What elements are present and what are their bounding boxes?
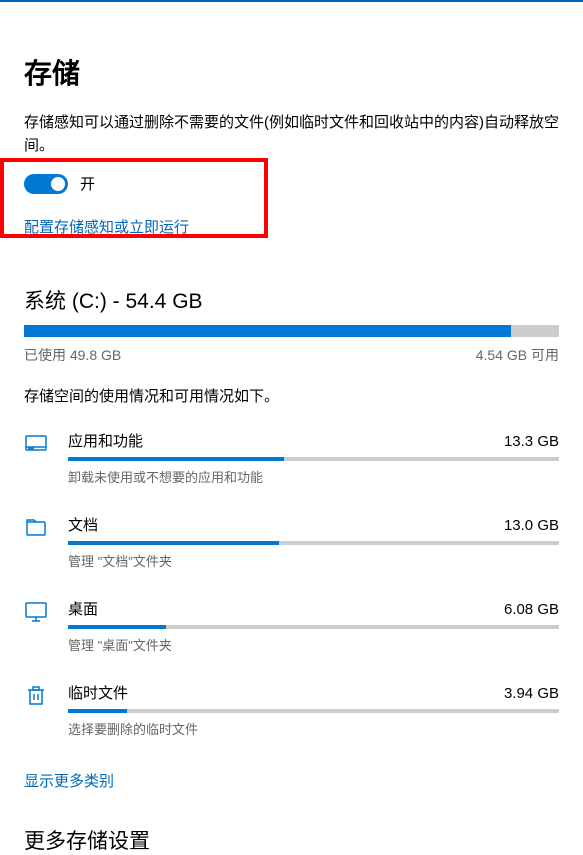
category-bar-fill [68, 541, 279, 545]
category-desc: 选择要删除的临时文件 [68, 719, 559, 738]
category-row-trash[interactable]: 临时文件 3.94 GB 选择要删除的临时文件 [24, 682, 559, 738]
breakdown-label: 存储空间的使用情况和可用情况如下。 [24, 385, 559, 406]
category-bar [68, 625, 559, 629]
storage-sense-description: 存储感知可以通过删除不需要的文件(例如临时文件和回收站中的内容)自动释放空间。 [24, 112, 559, 157]
category-desc: 卸载未使用或不想要的应用和功能 [68, 467, 559, 486]
category-name: 临时文件 [68, 682, 128, 703]
category-desc: 管理 "桌面"文件夹 [68, 635, 559, 654]
category-bar [68, 709, 559, 713]
drive-usage-fill [24, 325, 511, 337]
storage-sense-toggle-label: 开 [80, 173, 95, 194]
documents-icon [24, 516, 48, 540]
page-title: 存储 [24, 52, 559, 92]
show-more-categories-link[interactable]: 显示更多类别 [24, 770, 114, 791]
category-bar-fill [68, 457, 284, 461]
drive-title: 系统 (C:) - 54.4 GB [24, 285, 559, 315]
trash-icon [24, 684, 48, 708]
category-size: 13.0 GB [504, 517, 559, 534]
drive-free-label: 4.54 GB 可用 [476, 345, 559, 365]
category-size: 3.94 GB [504, 685, 559, 702]
drive-usage-bar [24, 325, 559, 337]
category-row-apps[interactable]: 应用和功能 13.3 GB 卸载未使用或不想要的应用和功能 [24, 430, 559, 486]
category-name: 桌面 [68, 598, 98, 619]
category-size: 13.3 GB [504, 433, 559, 450]
desktop-icon [24, 600, 48, 624]
category-bar-fill [68, 625, 166, 629]
apps-icon [24, 432, 48, 456]
category-desc: 管理 "文档"文件夹 [68, 551, 559, 570]
category-row-desktop[interactable]: 桌面 6.08 GB 管理 "桌面"文件夹 [24, 598, 559, 654]
drive-used-label: 已使用 49.8 GB [24, 345, 121, 365]
storage-sense-toggle[interactable] [24, 174, 68, 194]
category-bar [68, 457, 559, 461]
category-size: 6.08 GB [504, 601, 559, 618]
configure-storage-sense-link[interactable]: 配置存储感知或立即运行 [24, 216, 189, 237]
category-bar-fill [68, 709, 127, 713]
category-name: 文档 [68, 514, 98, 535]
category-bar [68, 541, 559, 545]
more-storage-settings-title: 更多存储设置 [24, 825, 559, 855]
category-name: 应用和功能 [68, 430, 143, 451]
category-row-documents[interactable]: 文档 13.0 GB 管理 "文档"文件夹 [24, 514, 559, 570]
